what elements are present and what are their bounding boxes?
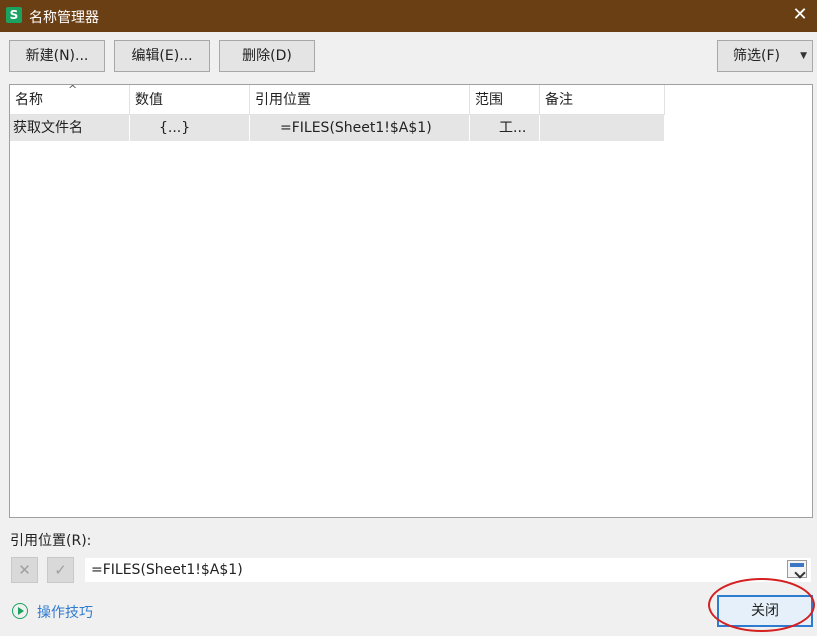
refers-to-label: 引用位置(R):: [10, 533, 92, 549]
column-header-label: 范围: [475, 92, 503, 108]
collapse-dialog-icon[interactable]: [787, 560, 807, 578]
filter-dropdown[interactable]: 筛选(F) ▼: [717, 40, 813, 72]
tips-label: 操作技巧: [37, 605, 93, 621]
refers-to-input[interactable]: =FILES(Sheet1!$A$1): [85, 558, 811, 582]
column-header-label: 名称: [15, 92, 43, 108]
window-title: 名称管理器: [29, 10, 99, 26]
column-header-scope[interactable]: 范围: [470, 85, 540, 115]
column-header-value[interactable]: 数值: [130, 85, 250, 115]
cell-note: [540, 115, 665, 141]
cell-value: {...}: [130, 115, 250, 141]
column-header-note[interactable]: 备注: [540, 85, 665, 115]
edit-button[interactable]: 编辑(E)...: [114, 40, 210, 72]
confirm-edit-icon[interactable]: ✓: [47, 557, 74, 583]
new-button[interactable]: 新建(N)...: [9, 40, 105, 72]
column-header-label: 备注: [545, 92, 573, 108]
chevron-down-icon: ▼: [800, 51, 807, 61]
title-bar: S 名称管理器 ✕: [0, 0, 817, 32]
column-header-label: 引用位置: [255, 92, 311, 108]
column-header-name[interactable]: ^ 名称: [10, 83, 130, 115]
play-circle-icon: [12, 603, 28, 619]
column-header-refers-to[interactable]: 引用位置: [250, 85, 470, 115]
sort-ascending-icon: ^: [68, 83, 78, 96]
filter-label: 筛选(F): [733, 48, 780, 64]
column-header-label: 数值: [135, 92, 163, 108]
app-logo-icon: S: [6, 7, 22, 23]
names-list[interactable]: ^ 名称 数值 引用位置 范围 备注 获取文件名 {...} =FILES(Sh…: [9, 83, 813, 518]
cancel-edit-icon[interactable]: ✕: [11, 557, 38, 583]
cell-refers-to: =FILES(Sheet1!$A$1): [250, 115, 470, 141]
table-row[interactable]: 获取文件名 {...} =FILES(Sheet1!$A$1) 工...: [10, 115, 665, 141]
refers-to-value: =FILES(Sheet1!$A$1): [91, 562, 243, 578]
delete-button[interactable]: 删除(D): [219, 40, 315, 72]
cell-name: 获取文件名: [10, 115, 130, 141]
cell-scope: 工...: [470, 115, 540, 141]
window-close-icon[interactable]: ✕: [789, 4, 811, 26]
close-button[interactable]: 关闭: [717, 595, 813, 627]
